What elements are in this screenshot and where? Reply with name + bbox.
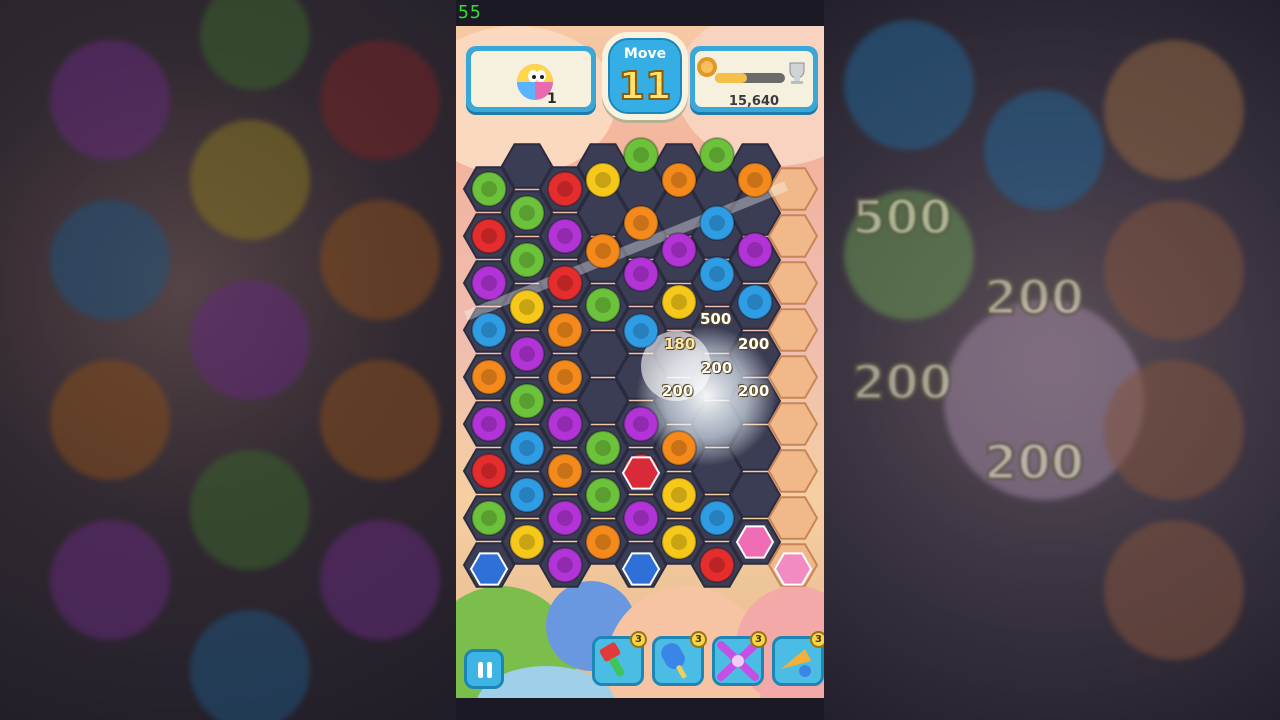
popsicle-booster-button[interactable]: 3 <box>652 631 707 686</box>
yellow-candy[interactable] <box>509 289 545 325</box>
orange-candy[interactable] <box>661 430 697 466</box>
red-candy[interactable] <box>547 171 583 207</box>
move-counter: Move 11 <box>602 32 688 120</box>
purple-candy[interactable] <box>547 406 583 442</box>
purple-candy[interactable] <box>547 500 583 536</box>
side-points: 200 <box>850 354 953 413</box>
purple-candy[interactable] <box>623 500 659 536</box>
blue-candy[interactable] <box>509 477 545 513</box>
left-blurred-backdrop <box>0 0 456 720</box>
yellow-candy[interactable] <box>661 524 697 560</box>
blue-candy[interactable] <box>699 205 735 241</box>
green-candy[interactable] <box>585 430 621 466</box>
blue-candy[interactable] <box>699 256 735 292</box>
rainbow-bird-piece[interactable] <box>773 552 813 586</box>
horn-booster-button[interactable]: 3 <box>772 631 824 686</box>
score-panel: 15,640 <box>690 46 818 112</box>
trophy-icon <box>789 62 805 84</box>
goal-panel: 1 <box>466 46 596 112</box>
goal-count: 1 <box>547 91 557 107</box>
green-candy[interactable] <box>509 242 545 278</box>
green-candy[interactable] <box>699 137 735 173</box>
yellow-candy[interactable] <box>585 162 621 198</box>
booster-count: 3 <box>810 631 824 648</box>
hammer-booster-button[interactable]: 3 <box>592 631 647 686</box>
booster-count: 3 <box>750 631 767 648</box>
booster-count: 3 <box>630 631 647 648</box>
green-candy[interactable] <box>509 383 545 419</box>
blue-candy[interactable] <box>509 430 545 466</box>
orange-candy[interactable] <box>471 359 507 395</box>
blue-candy[interactable] <box>737 284 773 320</box>
side-points: 500 <box>850 189 953 248</box>
score-popup: 200 <box>662 382 694 400</box>
blue-candy[interactable] <box>699 500 735 536</box>
score-popup: 500 <box>700 310 732 328</box>
blue-rocket-piece[interactable] <box>469 552 509 586</box>
green-candy[interactable] <box>471 500 507 536</box>
green-candy[interactable] <box>623 137 659 173</box>
booster-count: 3 <box>690 631 707 648</box>
red-candy[interactable] <box>547 265 583 301</box>
side-points: 200 <box>982 434 1085 493</box>
purple-candy[interactable] <box>623 256 659 292</box>
purple-candy[interactable] <box>471 406 507 442</box>
green-candy[interactable] <box>585 477 621 513</box>
score-popup: 180 <box>664 335 696 353</box>
blue-candy[interactable] <box>471 312 507 348</box>
right-blurred-backdrop: 500 200 200 200 <box>824 0 1280 720</box>
orange-candy[interactable] <box>585 524 621 560</box>
move-label: Move <box>623 46 667 62</box>
purple-candy[interactable] <box>509 336 545 372</box>
rainbow-bomb-piece[interactable] <box>735 525 775 559</box>
moves-left: 11 <box>618 63 673 109</box>
purple-candy[interactable] <box>547 218 583 254</box>
purple-candy[interactable] <box>623 406 659 442</box>
blue-candy[interactable] <box>623 313 659 349</box>
red-candy[interactable] <box>471 218 507 254</box>
game-screen: 1 Move 11 15,640 500 180 200 200 200 200 <box>456 26 824 698</box>
green-candy[interactable] <box>585 287 621 323</box>
orange-candy[interactable] <box>623 205 659 241</box>
red-candy[interactable] <box>471 453 507 489</box>
purple-candy[interactable] <box>471 265 507 301</box>
score-value: 15,640 <box>728 94 780 109</box>
red-candy[interactable] <box>699 547 735 583</box>
yellow-candy[interactable] <box>509 524 545 560</box>
purple-candy[interactable] <box>661 232 697 268</box>
purple-candy[interactable] <box>547 547 583 583</box>
score-popup: 200 <box>738 335 770 353</box>
purple-candy[interactable] <box>737 232 773 268</box>
orange-candy[interactable] <box>547 359 583 395</box>
fps-counter: 55 <box>458 2 482 23</box>
green-candy[interactable] <box>471 171 507 207</box>
blue-rocket-piece[interactable] <box>621 552 661 586</box>
score-popup: 200 <box>701 359 733 377</box>
ribbon-booster-button[interactable]: 3 <box>712 631 767 686</box>
side-points: 200 <box>982 269 1085 328</box>
pause-button[interactable] <box>464 649 504 689</box>
yellow-candy[interactable] <box>661 477 697 513</box>
score-popup: 200 <box>738 382 770 400</box>
orange-candy[interactable] <box>547 312 583 348</box>
red-rocket-piece[interactable] <box>621 456 661 490</box>
yellow-candy[interactable] <box>661 284 697 320</box>
orange-candy[interactable] <box>661 162 697 198</box>
score-progress-bar <box>715 73 785 83</box>
orange-candy[interactable] <box>585 233 621 269</box>
orange-candy[interactable] <box>737 162 773 198</box>
orange-candy[interactable] <box>547 453 583 489</box>
green-candy[interactable] <box>509 195 545 231</box>
game-board <box>462 137 819 588</box>
